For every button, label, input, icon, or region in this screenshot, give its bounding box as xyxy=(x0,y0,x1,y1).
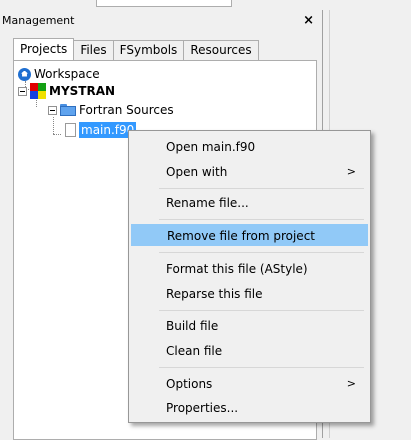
menu-item-rename[interactable]: Rename file... xyxy=(131,192,368,214)
menu-item-label: Build file xyxy=(166,319,219,333)
tab-projects[interactable]: Projects xyxy=(13,38,75,60)
context-menu: Open main.f90 Open with > Rename file...… xyxy=(128,130,371,423)
menu-item-open-with[interactable]: Open with > xyxy=(131,161,368,183)
menu-item-label: Rename file... xyxy=(166,196,249,210)
menu-item-build-file[interactable]: Build file xyxy=(131,315,368,337)
menu-item-label: Format this file (AStyle) xyxy=(166,262,308,276)
tree-connector xyxy=(53,134,61,135)
menu-item-label: Properties... xyxy=(166,401,239,415)
menu-item-label: Open with xyxy=(166,165,228,179)
menu-item-label: Remove file from project xyxy=(167,229,315,243)
tree-connector xyxy=(53,117,54,134)
menu-separator xyxy=(159,310,364,311)
chevron-right-icon: > xyxy=(346,377,356,390)
tree-item-project[interactable]: MYSTRAN xyxy=(18,82,115,100)
chevron-right-icon: > xyxy=(346,165,356,178)
tree-item-folder[interactable]: Fortran Sources xyxy=(48,101,174,119)
menu-item-format-astyle[interactable]: Format this file (AStyle) xyxy=(131,258,368,280)
four-color-project-icon xyxy=(30,83,46,99)
tree-item-label: Fortran Sources xyxy=(79,103,174,117)
menu-item-reparse[interactable]: Reparse this file xyxy=(131,283,368,305)
tree-item-workspace[interactable]: Workspace xyxy=(18,65,100,83)
menu-item-options[interactable]: Options > xyxy=(131,373,368,395)
close-icon[interactable]: × xyxy=(303,13,314,28)
menu-separator xyxy=(159,367,364,368)
tab-files[interactable]: Files xyxy=(74,40,114,60)
menu-item-label: Reparse this file xyxy=(166,287,263,301)
menu-item-label: Options xyxy=(166,377,213,391)
collapse-icon[interactable] xyxy=(48,105,57,115)
tree-item-file[interactable]: main.f90 xyxy=(65,121,137,139)
file-icon xyxy=(65,123,76,137)
panel-header: Management × xyxy=(0,13,322,30)
panel-title: Management xyxy=(2,14,75,27)
menu-item-open[interactable]: Open main.f90 xyxy=(131,136,368,158)
menu-item-label: Open main.f90 xyxy=(166,140,256,154)
menu-separator xyxy=(159,252,364,253)
menu-separator xyxy=(159,219,364,220)
toolbar-strip xyxy=(0,0,411,10)
tab-bar: Projects Files FSymbols Resources xyxy=(13,38,259,60)
menu-item-clean-file[interactable]: Clean file xyxy=(131,340,368,362)
menu-item-label: Clean file xyxy=(166,344,223,358)
menu-item-properties[interactable]: Properties... xyxy=(131,397,368,419)
tree-item-label: Workspace xyxy=(34,67,100,81)
home-globe-icon xyxy=(18,67,31,81)
menu-separator xyxy=(159,188,364,189)
collapse-icon[interactable] xyxy=(18,86,27,96)
tab-resources[interactable]: Resources xyxy=(184,40,259,60)
folder-icon xyxy=(60,104,76,116)
tab-fsymbols[interactable]: FSymbols xyxy=(113,40,185,60)
tree-item-label: MYSTRAN xyxy=(49,84,116,98)
menu-item-remove-from-project[interactable]: Remove file from project xyxy=(131,224,368,246)
toolbar-combo-edge[interactable] xyxy=(96,0,232,7)
